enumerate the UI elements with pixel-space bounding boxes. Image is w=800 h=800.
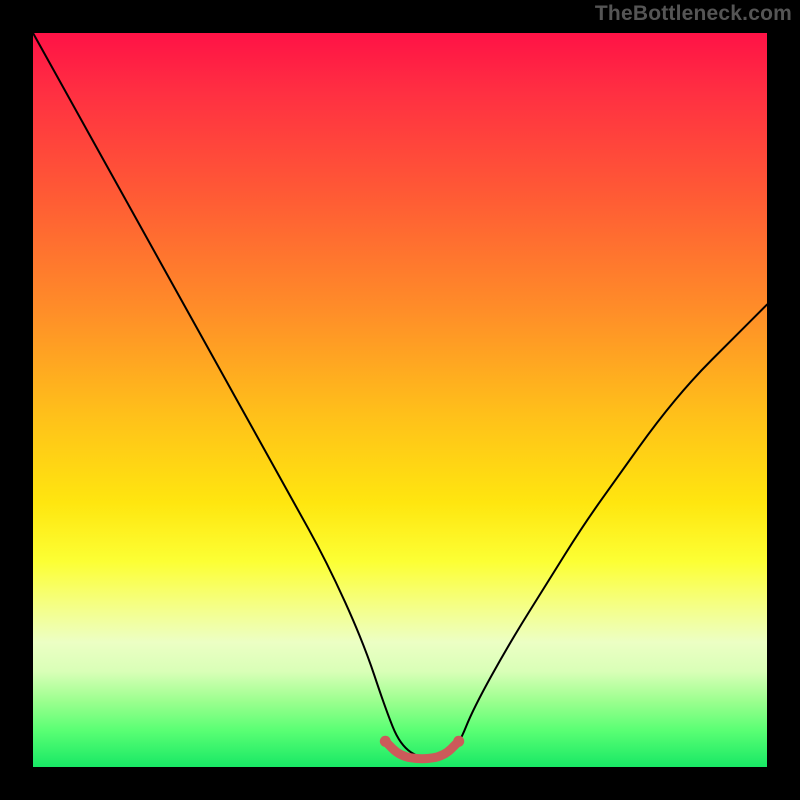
band-end-right: [453, 736, 464, 747]
attribution-watermark: TheBottleneck.com: [595, 2, 792, 26]
plot-area: [33, 33, 767, 767]
band-end-left: [380, 736, 391, 747]
curve-layer: [33, 33, 767, 767]
chart-frame: TheBottleneck.com: [0, 0, 800, 800]
bottleneck-curve: [33, 33, 767, 760]
optimal-band-marker: [385, 741, 458, 758]
